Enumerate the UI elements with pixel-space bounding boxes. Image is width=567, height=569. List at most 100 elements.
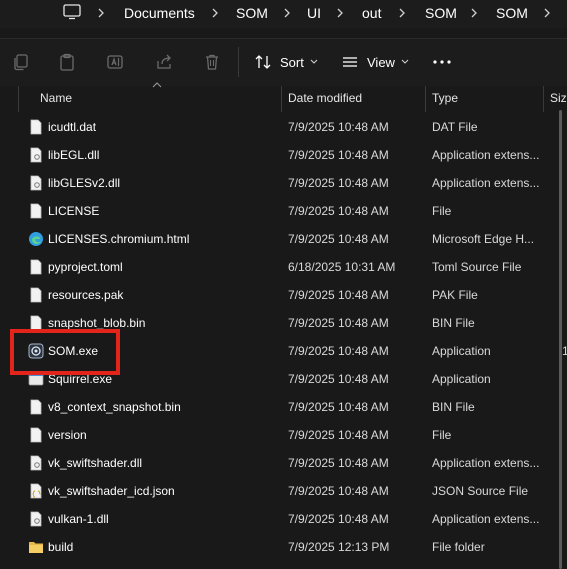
file-name: vulkan-1.dll bbox=[48, 512, 109, 526]
file-row[interactable]: LICENSE 7/9/2025 10:48 AM File bbox=[0, 197, 567, 225]
chevron-right-icon[interactable] bbox=[469, 7, 479, 19]
breadcrumb-som-2[interactable]: SOM bbox=[425, 5, 457, 21]
file-icon bbox=[30, 259, 42, 275]
json-icon bbox=[30, 483, 42, 499]
more-options-icon[interactable] bbox=[432, 52, 452, 72]
view-list-icon bbox=[343, 57, 357, 67]
dll-icon bbox=[30, 147, 42, 163]
file-row[interactable]: LICENSES.chromium.html 7/9/2025 10:48 AM… bbox=[0, 225, 567, 253]
column-header-size[interactable]: Siz bbox=[544, 86, 567, 110]
file-date: 7/9/2025 10:48 AM bbox=[288, 120, 389, 134]
folder-icon bbox=[29, 542, 43, 553]
rename-icon[interactable] bbox=[106, 53, 124, 71]
dll-icon bbox=[30, 511, 42, 527]
file-type: Application extens... bbox=[432, 512, 540, 526]
file-icon bbox=[30, 427, 42, 443]
file-icon bbox=[30, 399, 42, 415]
edge-icon bbox=[29, 232, 43, 246]
chevron-right-icon[interactable] bbox=[542, 7, 552, 19]
file-name: snapshot_blob.bin bbox=[48, 316, 146, 330]
chevron-right-icon[interactable] bbox=[282, 7, 292, 19]
file-row[interactable]: v8_context_snapshot.bin 7/9/2025 10:48 A… bbox=[0, 393, 567, 421]
file-name: vk_swiftshader_icd.json bbox=[48, 484, 175, 498]
file-name: version bbox=[48, 428, 87, 442]
delete-icon[interactable] bbox=[203, 53, 221, 71]
column-header-date-modified[interactable]: Date modified bbox=[282, 86, 424, 110]
file-explorer-window: Documents SOM UI out SOM SOM Sort View N… bbox=[0, 0, 567, 569]
sort-icon bbox=[255, 55, 271, 69]
dll-icon bbox=[30, 455, 42, 471]
file-type: File folder bbox=[432, 540, 485, 554]
file-row[interactable]: icudtl.dat 7/9/2025 10:48 AM DAT File bbox=[0, 113, 567, 141]
sort-label: Sort bbox=[280, 54, 304, 70]
file-type: Application bbox=[432, 344, 491, 358]
file-date: 7/9/2025 10:48 AM bbox=[288, 176, 389, 190]
share-icon[interactable] bbox=[155, 53, 173, 71]
file-name: pyproject.toml bbox=[48, 260, 123, 274]
file-row[interactable]: vk_swiftshader_icd.json 7/9/2025 10:48 A… bbox=[0, 477, 567, 505]
file-name: icudtl.dat bbox=[48, 120, 97, 134]
file-row[interactable]: resources.pak 7/9/2025 10:48 AM PAK File bbox=[0, 281, 567, 309]
file-type: JSON Source File bbox=[432, 484, 529, 498]
file-type: Application extens... bbox=[432, 148, 540, 162]
file-date: 7/9/2025 10:48 AM bbox=[288, 512, 389, 526]
sort-button[interactable]: Sort bbox=[254, 49, 318, 75]
copy-icon[interactable] bbox=[12, 53, 30, 71]
file-date: 6/18/2025 10:31 AM bbox=[288, 260, 396, 274]
folder-name: build bbox=[48, 540, 74, 554]
file-type: PAK File bbox=[432, 288, 478, 302]
breadcrumb-ui[interactable]: UI bbox=[307, 5, 321, 21]
file-type: File bbox=[432, 428, 452, 442]
file-type: Application extens... bbox=[432, 176, 540, 190]
file-row[interactable]: libGLESv2.dll 7/9/2025 10:48 AM Applicat… bbox=[0, 169, 567, 197]
breadcrumb-som[interactable]: SOM bbox=[236, 5, 268, 21]
toolbar-divider bbox=[238, 47, 239, 77]
breadcrumb-out[interactable]: out bbox=[362, 5, 381, 21]
column-header-name[interactable]: Name bbox=[34, 86, 280, 110]
scrollbar-thumb[interactable] bbox=[559, 110, 562, 569]
file-date: 7/9/2025 10:48 AM bbox=[288, 288, 389, 302]
file-row[interactable]: version 7/9/2025 10:48 AM File bbox=[0, 421, 567, 449]
file-row[interactable]: libEGL.dll 7/9/2025 10:48 AM Application… bbox=[0, 141, 567, 169]
command-bar: Sort View bbox=[0, 38, 567, 86]
chevron-right-icon[interactable] bbox=[96, 7, 106, 19]
file-row[interactable]: vk_swiftshader.dll 7/9/2025 10:48 AM App… bbox=[0, 449, 567, 477]
file-name: libGLESv2.dll bbox=[48, 176, 121, 190]
file-date: 7/9/2025 10:48 AM bbox=[288, 372, 389, 386]
file-name: LICENSES.chromium.html bbox=[48, 232, 190, 246]
file-date: 7/9/2025 10:48 AM bbox=[288, 484, 389, 498]
file-date: 7/9/2025 10:48 AM bbox=[288, 232, 389, 246]
file-type: Application bbox=[432, 372, 491, 386]
file-icon bbox=[30, 119, 42, 135]
file-type: DAT File bbox=[432, 120, 478, 134]
folder-row[interactable]: build 7/9/2025 12:13 PM File folder bbox=[0, 533, 567, 561]
file-icon bbox=[30, 203, 42, 219]
file-type: Microsoft Edge H... bbox=[432, 232, 535, 246]
paste-icon[interactable] bbox=[58, 53, 76, 71]
file-date: 7/9/2025 10:48 AM bbox=[288, 316, 389, 330]
dll-icon bbox=[30, 175, 42, 191]
chevron-right-icon[interactable] bbox=[397, 7, 407, 19]
file-name: libEGL.dll bbox=[48, 148, 100, 162]
file-date: 7/9/2025 10:48 AM bbox=[288, 344, 389, 358]
breadcrumb-documents[interactable]: Documents bbox=[124, 5, 195, 21]
file-name: v8_context_snapshot.bin bbox=[48, 400, 181, 414]
vertical-scrollbar[interactable] bbox=[557, 110, 565, 569]
file-type: BIN File bbox=[432, 400, 475, 414]
view-button[interactable]: View bbox=[341, 49, 409, 75]
breadcrumb-som-3[interactable]: SOM bbox=[496, 5, 528, 21]
file-date: 7/9/2025 12:13 PM bbox=[288, 540, 390, 554]
chevron-right-icon[interactable] bbox=[335, 7, 345, 19]
file-date: 7/9/2025 10:48 AM bbox=[288, 428, 389, 442]
chevron-right-icon[interactable] bbox=[210, 7, 220, 19]
this-pc-icon[interactable] bbox=[63, 4, 81, 20]
file-type: BIN File bbox=[432, 316, 475, 330]
file-date: 7/9/2025 10:48 AM bbox=[288, 456, 389, 470]
column-header-type[interactable]: Type bbox=[426, 86, 542, 110]
address-bar[interactable]: Documents SOM UI out SOM SOM bbox=[0, 0, 567, 28]
file-name: vk_swiftshader.dll bbox=[48, 456, 143, 470]
file-type: Application extens... bbox=[432, 456, 540, 470]
file-row[interactable]: vulkan-1.dll 7/9/2025 10:48 AM Applicati… bbox=[0, 505, 567, 533]
file-row[interactable]: pyproject.toml 6/18/2025 10:31 AM Toml S… bbox=[0, 253, 567, 281]
file-date: 7/9/2025 10:48 AM bbox=[288, 148, 389, 162]
